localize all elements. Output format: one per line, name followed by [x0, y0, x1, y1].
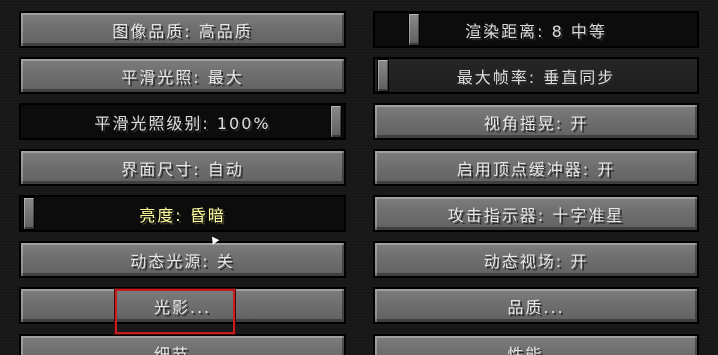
- details-row: 细节...: [19, 334, 346, 355]
- render-distance-row: 渲染距离: 8 中等: [373, 11, 699, 48]
- attack-indicator-button[interactable]: 攻击指示器: 十字准星: [373, 195, 699, 232]
- selection-highlight: [115, 289, 235, 334]
- max-framerate-row: 最大帧率: 垂直同步: [373, 57, 699, 94]
- dynamic-lights-label: 动态光源: 关: [130, 251, 235, 271]
- view-bobbing-row: 视角摇晃: 开: [373, 103, 699, 140]
- smooth-lighting-level-label: 平滑光照级别: 100%: [94, 113, 271, 133]
- details-button[interactable]: 细节...: [19, 334, 346, 355]
- graphics-quality-label: 图像品质: 高品质: [112, 21, 253, 41]
- performance-row: 性能...: [373, 334, 699, 355]
- max-framerate-label: 最大帧率: 垂直同步: [456, 67, 616, 87]
- slider-handle[interactable]: [407, 13, 420, 46]
- render-distance-slider[interactable]: 渲染距离: 8 中等: [373, 11, 699, 48]
- dynamic-fov-button[interactable]: 动态视场: 开: [373, 241, 699, 278]
- smooth-lighting-label: 平滑光照: 最大: [121, 67, 244, 87]
- graphics-row: 图像品质: 高品质: [19, 11, 346, 48]
- attack-indicator-label: 攻击指示器: 十字准星: [447, 205, 625, 225]
- graphics-quality-button[interactable]: 图像品质: 高品质: [19, 11, 346, 48]
- use-vbos-label: 启用顶点缓冲器: 开: [456, 159, 616, 179]
- brightness-slider[interactable]: 亮度: 昏暗: [19, 195, 346, 232]
- brightness-label: 亮度: 昏暗: [139, 205, 226, 225]
- brightness-row: 亮度: 昏暗: [19, 195, 346, 232]
- smooth-lighting-level-slider[interactable]: 平滑光照级别: 100%: [19, 103, 346, 140]
- view-bobbing-label: 视角摇晃: 开: [483, 113, 589, 133]
- performance-label: 性能...: [507, 344, 565, 355]
- max-framerate-slider[interactable]: 最大帧率: 垂直同步: [373, 57, 699, 94]
- dynamic-fov-row: 动态视场: 开: [373, 241, 699, 278]
- slider-handle[interactable]: [377, 59, 389, 92]
- slider-handle[interactable]: [23, 197, 35, 230]
- quality-label: 品质...: [507, 297, 565, 317]
- quality-row: 品质...: [373, 287, 699, 324]
- use-vbos-row: 启用顶点缓冲器: 开: [373, 149, 699, 186]
- dynamic-lights-button[interactable]: 动态光源: 关: [19, 241, 346, 278]
- render-distance-label: 渲染距离: 8 中等: [465, 21, 607, 41]
- details-label: 细节...: [153, 344, 212, 355]
- slider-handle[interactable]: [330, 105, 342, 138]
- gui-scale-label: 界面尺寸: 自动: [121, 159, 244, 179]
- smooth-lighting-level-row: 平滑光照级别: 100%: [19, 103, 346, 140]
- dynamic-lights-row: 动态光源: 关: [19, 241, 346, 278]
- attack-indicator-row: 攻击指示器: 十字准星: [373, 195, 699, 232]
- use-vbos-button[interactable]: 启用顶点缓冲器: 开: [373, 149, 699, 186]
- smooth-lighting-row: 平滑光照: 最大: [19, 57, 346, 94]
- gui-scale-button[interactable]: 界面尺寸: 自动: [19, 149, 346, 186]
- performance-button[interactable]: 性能...: [373, 334, 699, 355]
- view-bobbing-button[interactable]: 视角摇晃: 开: [373, 103, 699, 140]
- dynamic-fov-label: 动态视场: 开: [483, 251, 589, 271]
- smooth-lighting-button[interactable]: 平滑光照: 最大: [19, 57, 346, 94]
- quality-button[interactable]: 品质...: [373, 287, 699, 324]
- gui-scale-row: 界面尺寸: 自动: [19, 149, 346, 186]
